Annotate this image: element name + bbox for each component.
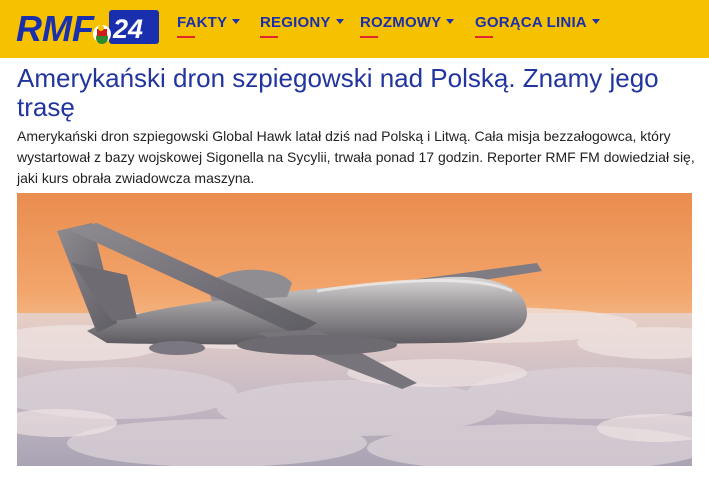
nav-fakty[interactable]: FAKTY <box>177 14 241 38</box>
article-title[interactable]: Amerykański dron szpiegowski nad Polską.… <box>17 64 677 122</box>
svg-text:RMF: RMF <box>16 8 95 49</box>
nav-goraca-linia[interactable]: GORĄCA LINIA <box>475 14 600 38</box>
svg-text:24: 24 <box>112 14 143 44</box>
chevron-down-icon <box>232 19 241 24</box>
article-lead: Amerykański dron szpiegowski Global Hawk… <box>17 128 695 186</box>
nav-rozmowy[interactable]: ROZMOWY <box>360 14 455 38</box>
drone-above-clouds-illustration <box>17 193 692 466</box>
top-navigation-bar: RMF 24 FAKTY REGIONY ROZMOWY GORĄCA LINI… <box>0 0 709 58</box>
article-hero-image[interactable] <box>17 193 692 466</box>
chevron-down-icon <box>591 19 600 24</box>
chevron-down-icon <box>446 19 455 24</box>
nav-regiony[interactable]: REGIONY <box>260 14 344 38</box>
chevron-down-icon <box>335 19 344 24</box>
rmf24-logo[interactable]: RMF 24 <box>16 7 162 49</box>
